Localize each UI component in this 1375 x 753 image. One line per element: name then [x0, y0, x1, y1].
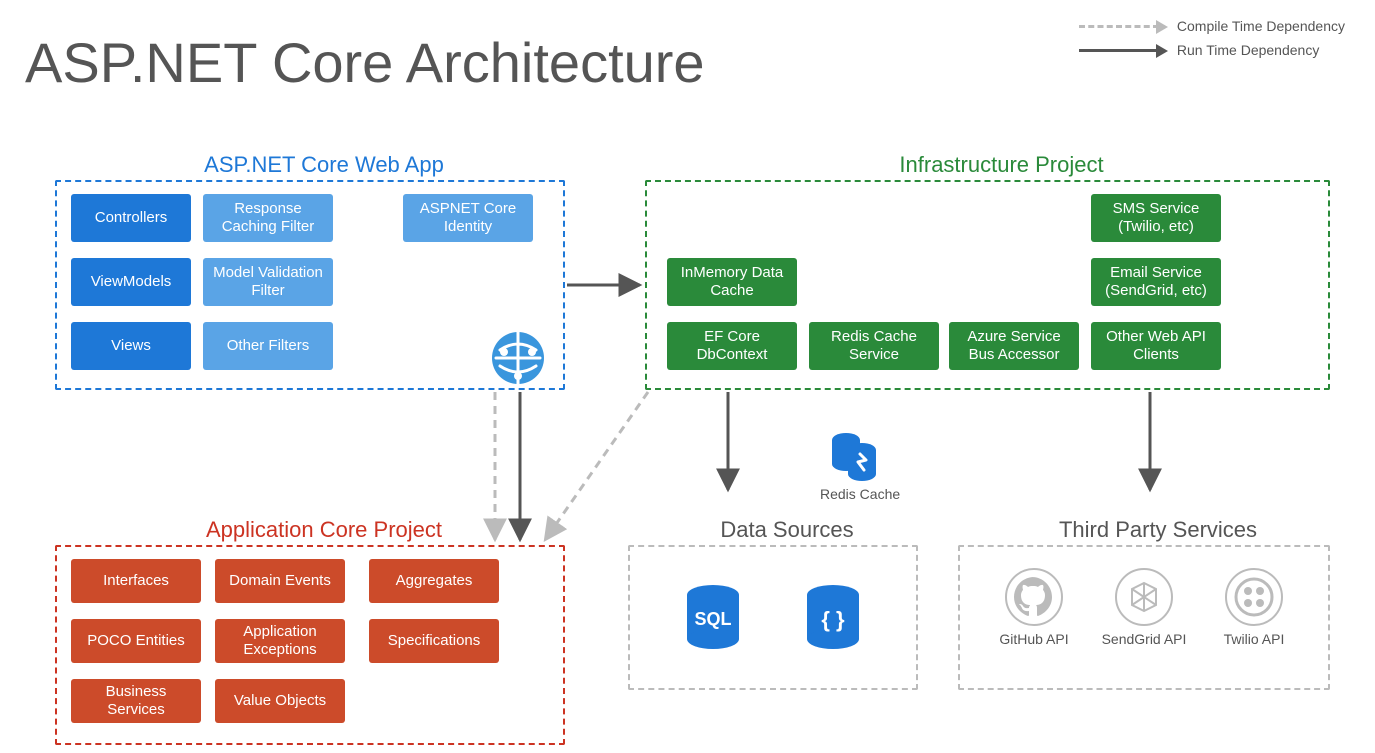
group-infrastructure-title: Infrastructure Project — [661, 152, 1342, 178]
box-aggregates: Aggregates — [369, 559, 499, 603]
json-database-icon: { } — [803, 588, 863, 648]
group-webapp: ASP.NET Core Web App Controllers Respons… — [55, 180, 565, 390]
box-business-services: Business Services — [71, 679, 201, 723]
box-model-validation-filter: Model Validation Filter — [203, 258, 333, 306]
box-value-objects: Value Objects — [215, 679, 345, 723]
box-controllers: Controllers — [71, 194, 191, 242]
box-azure-servicebus: Azure Service Bus Accessor — [949, 322, 1079, 370]
box-email-service: Email Service (SendGrid, etc) — [1091, 258, 1221, 306]
box-poco-entities: POCO Entities — [71, 619, 201, 663]
box-specifications: Specifications — [369, 619, 499, 663]
datasource-json: { } — [783, 588, 883, 648]
sendgrid-icon — [1114, 567, 1174, 627]
twilio-icon — [1224, 567, 1284, 627]
redis-cache-label: Redis Cache — [820, 486, 900, 502]
box-domain-events: Domain Events — [215, 559, 345, 603]
box-sms-service: SMS Service (Twilio, etc) — [1091, 194, 1221, 242]
group-infrastructure: Infrastructure Project SMS Service (Twil… — [645, 180, 1330, 390]
github-label: GitHub API — [999, 631, 1068, 647]
group-datasources: Data Sources SQL { } — [628, 545, 918, 690]
webapp-globe-icon — [490, 330, 546, 386]
svg-text:{ }: { } — [821, 607, 845, 632]
group-thirdparty: Third Party Services GitHub API SendGrid… — [958, 545, 1330, 690]
group-datasources-title: Data Sources — [644, 517, 930, 543]
box-ef-dbcontext: EF Core DbContext — [667, 322, 797, 370]
svg-text:SQL: SQL — [695, 609, 732, 629]
twilio-label: Twilio API — [1224, 631, 1285, 647]
group-thirdparty-title: Third Party Services — [974, 517, 1342, 543]
thirdparty-twilio: Twilio API — [1204, 567, 1304, 647]
sql-database-icon: SQL — [683, 588, 743, 648]
thirdparty-github: GitHub API — [984, 567, 1084, 647]
runtime-dependency-arrow-icon — [1079, 49, 1159, 52]
legend-runtime-row: Run Time Dependency — [1079, 42, 1345, 58]
box-app-exceptions: Application Exceptions — [215, 619, 345, 663]
github-icon — [1004, 567, 1064, 627]
group-appcore-title: Application Core Project — [71, 517, 577, 543]
thirdparty-sendgrid: SendGrid API — [1094, 567, 1194, 647]
box-interfaces: Interfaces — [71, 559, 201, 603]
box-aspnet-identity: ASPNET Core Identity — [403, 194, 533, 242]
box-redis-cache-service: Redis Cache Service — [809, 322, 939, 370]
box-other-webapi-clients: Other Web API Clients — [1091, 322, 1221, 370]
box-viewmodels: ViewModels — [71, 258, 191, 306]
box-views: Views — [71, 322, 191, 370]
compile-dependency-arrow-icon — [1079, 25, 1159, 28]
sendgrid-label: SendGrid API — [1102, 631, 1187, 647]
redis-cache-icon — [830, 430, 878, 487]
box-response-caching-filter: Response Caching Filter — [203, 194, 333, 242]
legend-compile-row: Compile Time Dependency — [1079, 18, 1345, 34]
legend-compile-label: Compile Time Dependency — [1177, 18, 1345, 34]
group-appcore: Application Core Project Interfaces Doma… — [55, 545, 565, 745]
legend: Compile Time Dependency Run Time Depende… — [1079, 18, 1345, 66]
box-other-filters: Other Filters — [203, 322, 333, 370]
box-inmemory-cache: InMemory Data Cache — [667, 258, 797, 306]
legend-runtime-label: Run Time Dependency — [1177, 42, 1319, 58]
group-webapp-title: ASP.NET Core Web App — [71, 152, 577, 178]
page-title: ASP.NET Core Architecture — [25, 30, 705, 95]
datasource-sql: SQL — [663, 588, 763, 648]
